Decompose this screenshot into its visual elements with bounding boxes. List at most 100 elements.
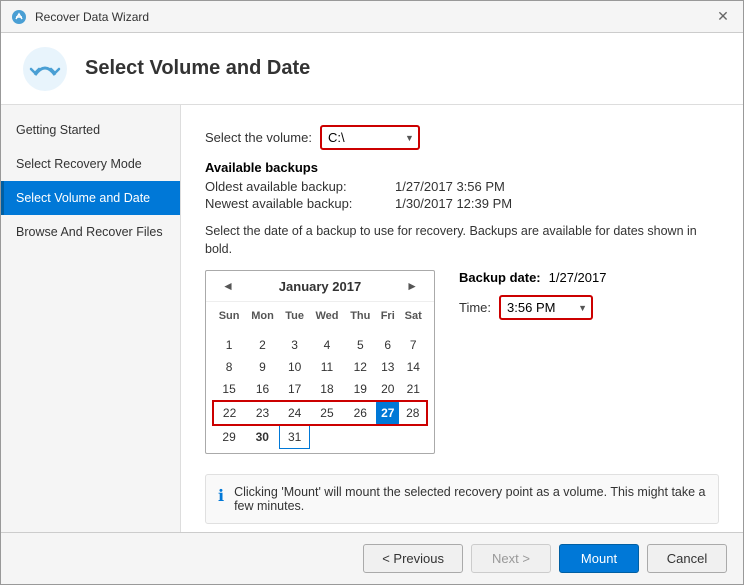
calendar-next-button[interactable]: ► xyxy=(400,277,424,295)
calendar-day[interactable]: 19 xyxy=(345,378,376,401)
calendar-month-year: January 2017 xyxy=(279,279,361,294)
close-button[interactable]: ✕ xyxy=(713,7,733,27)
calendar-day xyxy=(399,326,427,334)
calendar-day xyxy=(376,326,399,334)
calendar-day[interactable]: 15 xyxy=(213,378,245,401)
calendar-week-row: 293031 xyxy=(213,425,427,449)
calendar-day[interactable]: 28 xyxy=(399,401,427,425)
calendar-week-row: 15161718192021 xyxy=(213,378,427,401)
calendar-day[interactable]: 27 xyxy=(376,401,399,425)
sidebar-item-select-recovery-mode[interactable]: Select Recovery Mode xyxy=(1,147,180,181)
day-header-sun: Sun xyxy=(213,306,245,326)
calendar-day xyxy=(376,425,399,449)
calendar-day[interactable]: 13 xyxy=(376,356,399,378)
calendar-day[interactable]: 16 xyxy=(245,378,280,401)
calendar-day[interactable]: 31 xyxy=(280,425,310,449)
calendar-prev-button[interactable]: ◄ xyxy=(216,277,240,295)
calendar-day[interactable]: 3 xyxy=(280,334,310,356)
oldest-backup-value: 1/27/2017 3:56 PM xyxy=(395,179,505,194)
info-section: ℹ Clicking 'Mount' will mount the select… xyxy=(205,474,719,524)
header: Select Volume and Date xyxy=(1,33,743,105)
volume-label: Select the volume: xyxy=(205,130,312,145)
previous-button[interactable]: < Previous xyxy=(363,544,463,573)
calendar-day[interactable]: 18 xyxy=(309,378,344,401)
available-backups-section: Available backups Oldest available backu… xyxy=(205,160,719,211)
calendar-day[interactable]: 9 xyxy=(245,356,280,378)
day-header-fri: Fri xyxy=(376,306,399,326)
calendar-day xyxy=(399,425,427,449)
calendar-day[interactable]: 8 xyxy=(213,356,245,378)
calendar-day[interactable]: 2 xyxy=(245,334,280,356)
calendar-day xyxy=(309,326,344,334)
sidebar-item-getting-started[interactable]: Getting Started xyxy=(1,113,180,147)
calendar-day xyxy=(309,425,344,449)
calendar-day[interactable]: 22 xyxy=(213,401,245,425)
date-selection-instructions: Select the date of a backup to use for r… xyxy=(205,223,719,258)
available-backups-title: Available backups xyxy=(205,160,719,175)
oldest-backup-row: Oldest available backup: 1/27/2017 3:56 … xyxy=(205,179,719,194)
calendar-day xyxy=(213,326,245,334)
calendar-day[interactable]: 4 xyxy=(309,334,344,356)
calendar-day xyxy=(345,425,376,449)
calendar-day[interactable]: 21 xyxy=(399,378,427,401)
day-header-sat: Sat xyxy=(399,306,427,326)
mount-button[interactable]: Mount xyxy=(559,544,639,573)
calendar-day[interactable]: 23 xyxy=(245,401,280,425)
calendar-day[interactable]: 26 xyxy=(345,401,376,425)
backup-date-label: Backup date: xyxy=(459,270,541,285)
calendar-day[interactable]: 7 xyxy=(399,334,427,356)
content-area: Getting Started Select Recovery Mode Sel… xyxy=(1,105,743,532)
day-header-thu: Thu xyxy=(345,306,376,326)
calendar-day xyxy=(280,326,310,334)
calendar-header-row: Sun Mon Tue Wed Thu Fri Sat xyxy=(213,306,427,326)
calendar-day[interactable]: 6 xyxy=(376,334,399,356)
info-icon: ℹ xyxy=(218,486,224,506)
calendar-day[interactable]: 25 xyxy=(309,401,344,425)
calendar-day[interactable]: 30 xyxy=(245,425,280,449)
title-bar: Recover Data Wizard ✕ xyxy=(1,1,743,33)
main-content: Select the volume: C:\ D:\ E:\ Available… xyxy=(181,105,743,532)
day-header-tue: Tue xyxy=(280,306,310,326)
calendar-header: ◄ January 2017 ► xyxy=(206,271,434,302)
cancel-button[interactable]: Cancel xyxy=(647,544,727,573)
calendar-day[interactable]: 14 xyxy=(399,356,427,378)
volume-field-row: Select the volume: C:\ D:\ E:\ xyxy=(205,125,719,150)
calendar-week-row: 891011121314 xyxy=(213,356,427,378)
window-title: Recover Data Wizard xyxy=(35,10,149,24)
time-label: Time: xyxy=(459,300,491,315)
calendar: ◄ January 2017 ► Sun Mon Tue Wed xyxy=(205,270,435,454)
time-select[interactable]: 3:56 PM 12:39 PM xyxy=(499,295,593,320)
calendar-section: ◄ January 2017 ► Sun Mon Tue Wed xyxy=(205,270,719,454)
calendar-day[interactable]: 5 xyxy=(345,334,376,356)
calendar-day[interactable]: 11 xyxy=(309,356,344,378)
next-button: Next > xyxy=(471,544,551,573)
window: Recover Data Wizard ✕ Select Volume and … xyxy=(0,0,744,585)
newest-backup-value: 1/30/2017 12:39 PM xyxy=(395,196,512,211)
calendar-day[interactable]: 12 xyxy=(345,356,376,378)
footer: < Previous Next > Mount Cancel xyxy=(1,532,743,584)
calendar-day[interactable]: 1 xyxy=(213,334,245,356)
time-select-wrapper: 3:56 PM 12:39 PM xyxy=(499,295,593,320)
sidebar: Getting Started Select Recovery Mode Sel… xyxy=(1,105,181,532)
calendar-day[interactable]: 10 xyxy=(280,356,310,378)
calendar-day xyxy=(245,326,280,334)
app-icon xyxy=(11,9,27,25)
calendar-day[interactable]: 20 xyxy=(376,378,399,401)
newest-backup-row: Newest available backup: 1/30/2017 12:39… xyxy=(205,196,719,211)
sidebar-item-select-volume-date[interactable]: Select Volume and Date xyxy=(1,181,180,215)
calendar-day[interactable]: 24 xyxy=(280,401,310,425)
calendar-week-row: 22232425262728 xyxy=(213,401,427,425)
day-header-wed: Wed xyxy=(309,306,344,326)
oldest-backup-label: Oldest available backup: xyxy=(205,179,395,194)
calendar-week-row xyxy=(213,326,427,334)
volume-select-wrapper: C:\ D:\ E:\ xyxy=(320,125,420,150)
backup-date-row: Backup date: 1/27/2017 xyxy=(459,270,606,285)
page-title: Select Volume and Date xyxy=(85,57,310,80)
calendar-day[interactable]: 17 xyxy=(280,378,310,401)
calendar-day xyxy=(345,326,376,334)
calendar-day[interactable]: 29 xyxy=(213,425,245,449)
header-icon xyxy=(21,45,69,93)
volume-select[interactable]: C:\ D:\ E:\ xyxy=(320,125,420,150)
calendar-week-row: 1234567 xyxy=(213,334,427,356)
sidebar-item-browse-recover-files[interactable]: Browse And Recover Files xyxy=(1,215,180,249)
